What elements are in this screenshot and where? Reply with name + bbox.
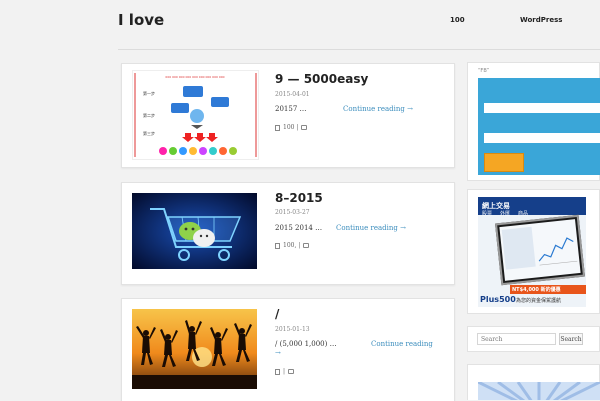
comment-icon[interactable] — [288, 369, 295, 374]
svg-text:第二步: 第二步 — [143, 112, 155, 118]
search-button[interactable]: Search — [559, 333, 583, 345]
post-views: | — [283, 368, 286, 375]
sunset-jump-image — [132, 309, 257, 389]
site-title[interactable]: I love — [118, 11, 164, 29]
post-views: 100 | — [283, 124, 299, 131]
post-title[interactable]: 8–2015 — [275, 191, 323, 205]
header-divider — [118, 49, 600, 50]
continue-reading-arrow[interactable]: → — [275, 349, 281, 357]
ad-tagline: 為您的資金保駕護航 — [516, 298, 562, 304]
sunburst-image — [478, 382, 600, 400]
svg-text:第一步: 第一步 — [143, 90, 155, 96]
facebook-box — [478, 78, 600, 175]
ad-promo-text: NT$4,000 新的優惠 — [512, 287, 561, 293]
post-date: 2015-01-13 — [275, 326, 310, 333]
ad-tab-commodities: 商品 — [518, 211, 529, 217]
widget-title: “FB” — [478, 68, 490, 74]
continue-reading-link[interactable]: Continue reading — [371, 340, 433, 348]
sidebar-image[interactable] — [478, 382, 600, 400]
continue-reading-link[interactable]: Continue reading → — [336, 224, 406, 232]
diagram-image: 000 000 000 000 000 000 000 000 000 第一步 … — [133, 71, 258, 159]
svg-text:000 000 000 000 000 000 000 00: 000 000 000 000 000 000 000 000 000 — [165, 75, 224, 79]
post-excerpt: 20157 … — [275, 105, 307, 113]
comment-icon[interactable] — [301, 125, 308, 130]
post-thumbnail[interactable]: 000 000 000 000 000 000 000 000 000 第一步 … — [132, 70, 259, 160]
tablet-screen — [499, 219, 581, 281]
facebook-field[interactable] — [484, 103, 600, 113]
post-thumbnail[interactable] — [132, 309, 257, 389]
facebook-field[interactable] — [484, 133, 600, 143]
post-date: 2015-04-01 — [275, 91, 310, 98]
document-icon — [275, 242, 280, 249]
document-icon — [275, 368, 280, 375]
post-excerpt: 2015 2014 … — [275, 224, 323, 232]
post-thumbnail[interactable] — [132, 193, 257, 269]
document-icon — [275, 124, 280, 131]
comment-icon[interactable] — [303, 243, 310, 248]
ad-tab-stocks: 股票 — [482, 211, 493, 217]
svg-text:第三步: 第三步 — [143, 130, 155, 136]
post-title[interactable]: / — [275, 307, 279, 321]
tablet-image — [494, 214, 586, 286]
search-input[interactable] — [477, 333, 556, 345]
post-card — [121, 298, 455, 401]
cart-image — [132, 193, 257, 269]
nav-item-100[interactable]: 100 — [450, 16, 465, 24]
ad-tab-forex: 外匯 — [500, 211, 511, 217]
post-meta: | — [275, 368, 295, 375]
ad-brand: Plus500 — [480, 295, 516, 304]
continue-reading-link[interactable]: Continue reading → — [343, 105, 413, 113]
post-title[interactable]: 9 — 5000easy — [275, 72, 368, 86]
ad-banner[interactable]: 網上交易 股票 外匯 商品 NT$4,000 新的優惠 Plus500 為您的資… — [478, 197, 586, 307]
nav-item-wordpress[interactable]: WordPress — [520, 16, 562, 24]
post-views: 100, | — [283, 242, 301, 249]
post-meta: 100, | — [275, 242, 310, 249]
facebook-submit-button[interactable] — [484, 153, 524, 172]
post-excerpt: / (5,000 1,000) … — [275, 340, 337, 348]
post-date: 2015-03-27 — [275, 209, 310, 216]
post-meta: 100 | — [275, 124, 308, 131]
